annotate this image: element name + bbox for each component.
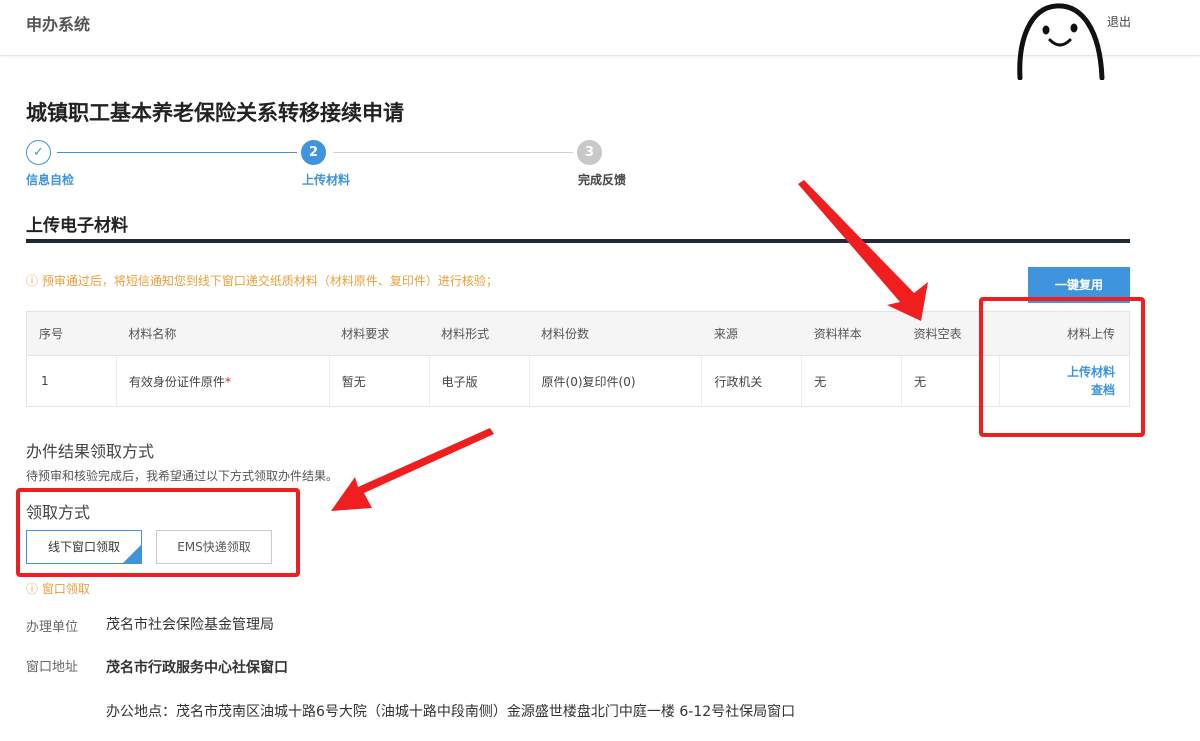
section-title: 上传电子材料	[26, 216, 128, 236]
col-upload: 材料上传	[999, 311, 1130, 356]
upload-notice: ⓘ 预审通过后，将短信通知您到线下窗口递交纸质材料（材料原件、复印件）进行核验；	[26, 272, 498, 289]
pickup-hint-text: 窗口领取	[41, 582, 90, 596]
ems-delivery-label: EMS快递领取	[177, 540, 251, 554]
office-unit-value: 茂名市社会保险基金管理局	[106, 617, 274, 633]
notice-text: 预审通过后，将短信通知您到线下窗口递交纸质材料（材料原件、复印件）进行核验；	[41, 274, 498, 288]
office-address-label: 窗口地址	[26, 660, 79, 675]
step-2-number: 2	[301, 140, 326, 165]
col-name: 材料名称	[116, 311, 330, 356]
required-mark: *	[224, 374, 231, 389]
cell-upload: 上传材料 查档	[999, 355, 1130, 407]
cell-index: 1	[26, 355, 117, 407]
step-1-check-icon: ✓	[26, 140, 51, 165]
cell-requirement: 暂无	[328, 355, 430, 407]
cell-source: 行政机关	[701, 355, 802, 407]
pickup-method-label: 领取方式	[26, 503, 91, 522]
col-requirement: 材料要求	[329, 311, 430, 356]
warning-circle-icon: ⓘ	[26, 582, 42, 596]
upload-material-link[interactable]: 上传材料	[1012, 363, 1115, 381]
arrow-to-pickup-method	[331, 428, 494, 511]
step-connector-2	[333, 152, 573, 153]
pickup-hint: ⓘ 窗口领取	[26, 580, 90, 597]
table-header-row: 序号 材料名称 材料要求 材料形式 材料份数 来源 资料样本 资料空表 材料上传	[26, 311, 1130, 356]
office-address-detail: 办公地点：茂名市茂南区油城十路6号大院（油城十路中段南侧）金源盛世楼盘北门中庭一…	[106, 704, 796, 720]
cell-name: 有效身份证件原件*	[115, 355, 330, 407]
step-1-label: 信息自检	[26, 173, 75, 187]
cell-copies: 原件(0)复印件(0)	[528, 355, 702, 407]
table-row: 1 有效身份证件原件* 暂无 电子版 原件(0)复印件(0) 行政机关 无 无 …	[26, 355, 1130, 407]
step-connector-1	[57, 152, 297, 153]
offline-pickup-option[interactable]: 线下窗口领取 ✓	[26, 530, 142, 564]
cell-sample: 无	[801, 355, 902, 407]
col-source: 来源	[701, 311, 802, 356]
selected-check-icon: ✓	[123, 542, 141, 563]
result-description: 待预审和核验完成后，我希望通过以下方式领取办件结果。	[26, 469, 339, 483]
progress-steps: ✓ 信息自检 2 上传材料 3 完成反馈	[26, 140, 646, 190]
col-form: 材料形式	[429, 311, 530, 356]
top-bar: 申办系统 退出	[0, 0, 1200, 80]
step-3-label: 完成反馈	[578, 173, 627, 187]
office-address-name: 茂名市行政服务中心社保窗口	[106, 660, 288, 676]
offline-pickup-label: 线下窗口领取	[47, 540, 120, 554]
materials-table: 序号 材料名称 材料要求 材料形式 材料份数 来源 资料样本 资料空表 材料上传…	[26, 311, 1130, 407]
cell-form: 电子版	[428, 355, 530, 407]
material-name: 有效身份证件原件	[128, 374, 225, 389]
cell-blank-form: 无	[901, 355, 1000, 407]
col-index: 序号	[26, 311, 117, 356]
col-copies: 材料份数	[529, 311, 702, 356]
section-divider	[26, 239, 1130, 243]
step-2-label: 上传材料	[302, 173, 351, 187]
logout-button[interactable]: 退出	[1107, 13, 1131, 30]
page-title: 城镇职工基本养老保险关系转移接续申请	[26, 101, 404, 125]
office-unit-label: 办理单位	[26, 620, 79, 635]
reuse-all-button[interactable]: 一键复用	[1028, 267, 1130, 303]
step-3-number: 3	[577, 140, 602, 165]
col-sample: 资料样本	[801, 311, 902, 356]
warning-circle-icon: ⓘ	[26, 274, 42, 288]
app-title: 申办系统	[26, 15, 91, 34]
view-archive-link[interactable]: 查档	[1012, 381, 1115, 399]
col-blank-form: 资料空表	[901, 311, 1000, 356]
ems-delivery-option[interactable]: EMS快递领取	[156, 530, 272, 564]
arrow-to-upload-column	[798, 180, 928, 321]
mascot-avatar-icon	[1017, 3, 1105, 80]
result-section-title: 办件结果领取方式	[26, 442, 155, 461]
